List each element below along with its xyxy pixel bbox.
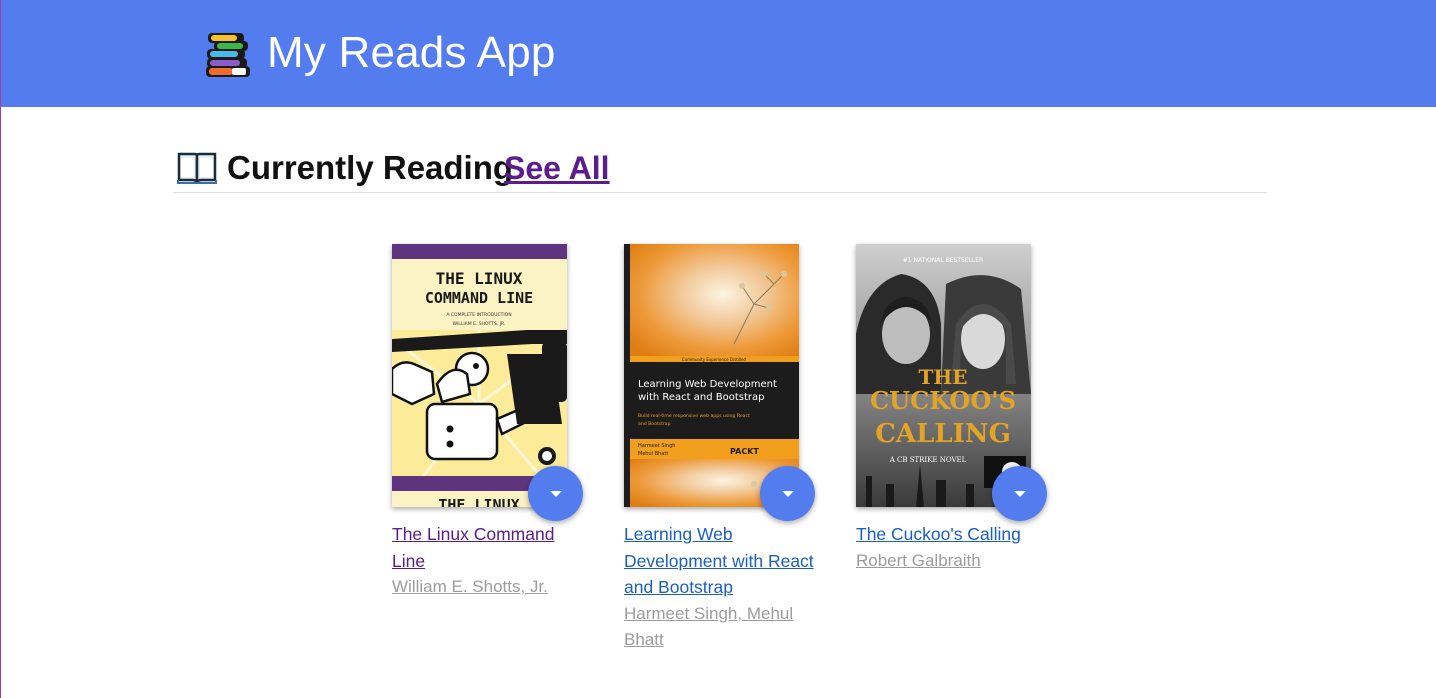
cover-line2: CUCKOO'S <box>870 386 1016 415</box>
cover-line4: WILLIAM E. SHOTTS, JR. <box>453 321 506 327</box>
book-cover[interactable]: Community Experience Distilled Learning … <box>624 244 799 507</box>
cover-line3: A COMPLETE INTRODUCTION <box>446 312 511 318</box>
cover-series: Community Experience Distilled <box>682 357 747 362</box>
cover-sub1: Build real-time responsive web apps usin… <box>638 413 750 419</box>
cover-line3: CALLING <box>875 419 1011 449</box>
book-title-link[interactable]: The Cuckoo's Calling <box>856 521 1046 548</box>
cover-sub2: and Bootstrap <box>638 421 671 427</box>
caret-down-icon <box>781 490 794 497</box>
book-authors-link[interactable]: Harmeet Singh, Mehul Bhatt <box>624 601 814 654</box>
book-cover[interactable]: #1 NATIONAL BESTSELLER THE CUCKOO'S CALL… <box>856 244 1031 507</box>
cover-author2: Mehul Bhatt <box>638 451 668 457</box>
cover-author1: Harmeet Singh <box>638 443 675 449</box>
cover-publisher: PACKT <box>730 447 759 456</box>
cover-line2: COMMAND LINE <box>425 289 533 307</box>
book-title-link[interactable]: Learning Web Development with React and … <box>624 521 814 601</box>
shelf-header: Currently Reading See All <box>173 146 1267 193</box>
cover-sub: A CB STRIKE NOVEL <box>889 456 967 464</box>
book-authors-link[interactable]: William E. Shotts, Jr. <box>392 574 582 601</box>
book-shelf-menu-button[interactable] <box>760 466 815 521</box>
app-title: My Reads App <box>267 28 556 77</box>
cover-line1: THE LINUX <box>436 269 523 288</box>
caret-down-icon <box>549 490 562 497</box>
cover-bottom: THE LINUX <box>438 496 519 507</box>
cover-line2: with React and Bootstrap <box>638 392 765 403</box>
open-book-icon <box>177 150 217 186</box>
see-all-link[interactable]: See All <box>504 148 610 188</box>
book-cover[interactable]: THE LINUX COMMAND LINE A COMPLETE INTROD… <box>392 244 567 507</box>
caret-down-icon <box>1013 490 1026 497</box>
cover-line1: Learning Web Development <box>638 379 777 390</box>
book-card: #1 NATIONAL BESTSELLER THE CUCKOO'S CALL… <box>856 244 1047 575</box>
book-card: THE LINUX COMMAND LINE A COMPLETE INTROD… <box>392 244 583 601</box>
app-header: My Reads App <box>1 0 1436 107</box>
book-authors-link[interactable]: Robert Galbraith <box>856 548 1046 575</box>
book-card: Community Experience Distilled Learning … <box>624 244 815 654</box>
book-title-link[interactable]: The Linux Command Line <box>392 521 582 574</box>
book-shelf-menu-button[interactable] <box>528 466 583 521</box>
cover-top: #1 NATIONAL BESTSELLER <box>903 257 984 264</box>
book-shelf-menu-button[interactable] <box>992 466 1047 521</box>
shelf-title: Currently Reading <box>227 149 514 186</box>
books-stack-icon <box>204 30 252 78</box>
